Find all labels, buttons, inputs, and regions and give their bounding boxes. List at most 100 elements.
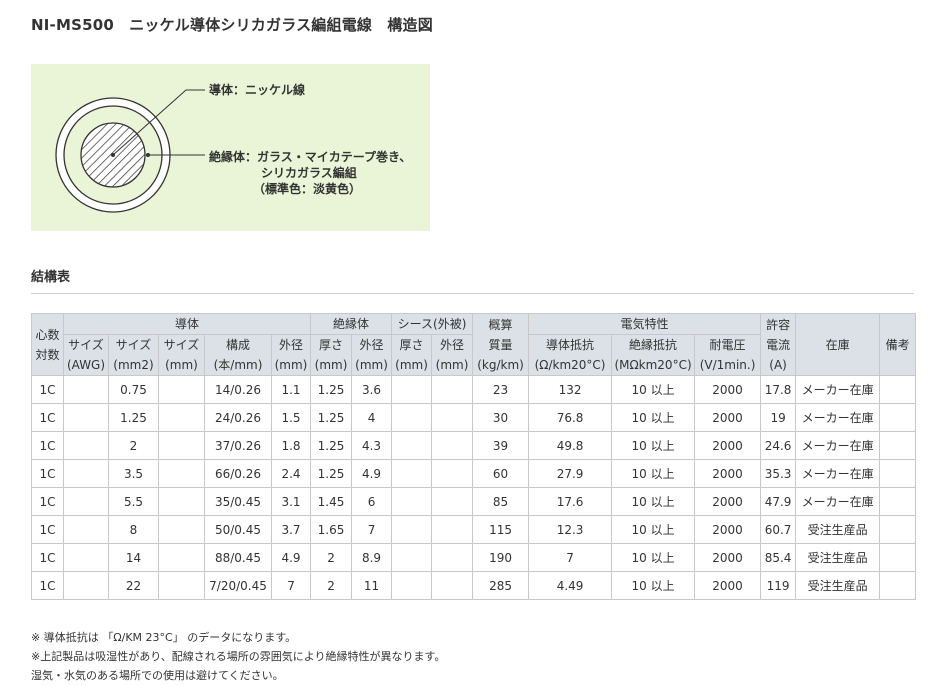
table-cell — [431, 543, 474, 572]
header-size-mm: サイズ (mm) — [158, 334, 205, 376]
table-cell: 1.5 — [270, 403, 312, 432]
table-cell — [431, 515, 474, 544]
table-cell: 2000 — [694, 431, 762, 460]
table-cell: 6 — [351, 487, 393, 516]
header-outer-diameter: 外径 (mm) — [270, 334, 312, 376]
page-title: NI-MS500 ニッケル導体シリカガラス編組電線 構造図 — [31, 16, 433, 34]
table-cell — [391, 375, 433, 404]
table-cell: 17.6 — [528, 487, 613, 516]
table-cell: 4 — [351, 403, 393, 432]
table-cell: 2000 — [694, 571, 762, 600]
header-cores: 心数 対数 — [31, 313, 64, 376]
header-sheath: シース(外被) — [391, 313, 474, 335]
table-cell: 1C — [31, 375, 64, 404]
table-cell: 4.9 — [270, 543, 312, 572]
table-cell: 1C — [31, 459, 64, 488]
table-cell: メーカー在庫 — [795, 431, 881, 460]
table-cell: 1C — [31, 543, 64, 572]
table-cell — [391, 543, 433, 572]
table-cell: 10 以上 — [611, 403, 696, 432]
table-cell — [431, 459, 474, 488]
table-cell: 24.6 — [760, 431, 797, 460]
table-cell — [63, 515, 109, 544]
table-cell — [158, 459, 205, 488]
header-insulation: 絶縁体 — [310, 313, 393, 335]
table-cell: 132 — [528, 375, 613, 404]
insulation-label-line1: 絶縁体：ガラス・マイカテープ巻き、 — [209, 150, 412, 164]
table-cell — [63, 571, 109, 600]
table-cell: 0.75 — [108, 375, 159, 404]
table-cell: 10 以上 — [611, 487, 696, 516]
table-row: 1C 22 7/20/0.45 7 2 11 285 4.49 10 以上 2000 119 受注生産… — [31, 571, 917, 600]
table-cell — [158, 571, 205, 600]
table-cell: 1C — [31, 431, 64, 460]
table-cell — [158, 543, 205, 572]
table-cell: 24/0.26 — [204, 403, 272, 432]
table-cell — [63, 375, 109, 404]
table-cell: 4.9 — [351, 459, 393, 488]
table-cell: 190 — [472, 543, 530, 572]
table-cell — [879, 375, 917, 404]
table-cell: 1C — [31, 403, 64, 432]
table-cell: 30 — [472, 403, 530, 432]
table-cell: 47.9 — [760, 487, 797, 516]
table-cell: 7 — [528, 543, 613, 572]
table-cell: 11 — [351, 571, 393, 600]
table-cell: 5.5 — [108, 487, 159, 516]
table-cell: 1.25 — [310, 459, 353, 488]
table-cell: メーカー在庫 — [795, 487, 881, 516]
table-cell: 10 以上 — [611, 515, 696, 544]
header-remarks: 備考 — [879, 313, 917, 376]
table-cell: 119 — [760, 571, 797, 600]
table-cell: 3.6 — [351, 375, 393, 404]
table-cell: 49.8 — [528, 431, 613, 460]
header-insulation-resistance: 絶縁抵抗 (MΩkm20°C) — [611, 334, 696, 376]
table-cell: 7 — [270, 571, 312, 600]
header-current: 許容 電流 (A) — [760, 313, 797, 376]
table-cell: 115 — [472, 515, 530, 544]
table-row: 1C 0.75 14/0.26 1.1 1.25 3.6 23 132 10 以上 2000 17.… — [31, 375, 917, 404]
spec-table-body: 1C 0.75 14/0.26 1.1 1.25 3.6 23 132 10 以上 2000 17.… — [31, 375, 917, 600]
table-cell — [391, 571, 433, 600]
table-cell — [63, 487, 109, 516]
header-row-group: 心数 対数 導体 絶縁体 シース(外被) 概算 質量 (kg/km) 電気特性 許容電… — [31, 313, 917, 376]
table-cell — [391, 459, 433, 488]
table-cell — [431, 571, 474, 600]
table-cell: 39 — [472, 431, 530, 460]
table-cell: 50/0.45 — [204, 515, 272, 544]
table-cell: 14 — [108, 543, 159, 572]
table-cell: 2.4 — [270, 459, 312, 488]
header-conductor: 導体 — [62, 313, 312, 335]
table-cell: 1.1 — [270, 375, 312, 404]
table-cell: 1.8 — [270, 431, 312, 460]
table-cell — [158, 515, 205, 544]
table-cell — [879, 403, 917, 432]
insulation-label-line2: シリカガラス編組 — [261, 166, 357, 180]
table-cell: 4.3 — [351, 431, 393, 460]
table-cell: 8.9 — [351, 543, 393, 572]
header-voltage: 耐電圧 (V/1min.) — [694, 334, 762, 376]
table-cell — [431, 403, 474, 432]
table-cell: 35.3 — [760, 459, 797, 488]
table-cell: 8 — [108, 515, 159, 544]
table-cell: 22 — [108, 571, 159, 600]
table-cell: 27.9 — [528, 459, 613, 488]
table-cell — [63, 543, 109, 572]
table-cell — [158, 487, 205, 516]
table-cell: 2000 — [694, 515, 762, 544]
table-cell: 1.45 — [310, 487, 353, 516]
table-cell — [158, 375, 205, 404]
table-cell: 3.5 — [108, 459, 159, 488]
table-cell: 1.25 — [310, 403, 353, 432]
table-cell: メーカー在庫 — [795, 459, 881, 488]
table-cell — [879, 571, 917, 600]
table-cell: 2 — [108, 431, 159, 460]
header-thickness: 厚さ (mm) — [310, 334, 353, 376]
table-cell: 85.4 — [760, 543, 797, 572]
table-cell: 23 — [472, 375, 530, 404]
table-cell — [879, 431, 917, 460]
table-cell — [431, 375, 474, 404]
table-cell: 7/20/0.45 — [204, 571, 272, 600]
section-divider — [31, 293, 914, 294]
table-row: 1C 8 50/0.45 3.7 1.65 7 115 12.3 10 以上 2000 60.7 受注… — [31, 515, 917, 544]
